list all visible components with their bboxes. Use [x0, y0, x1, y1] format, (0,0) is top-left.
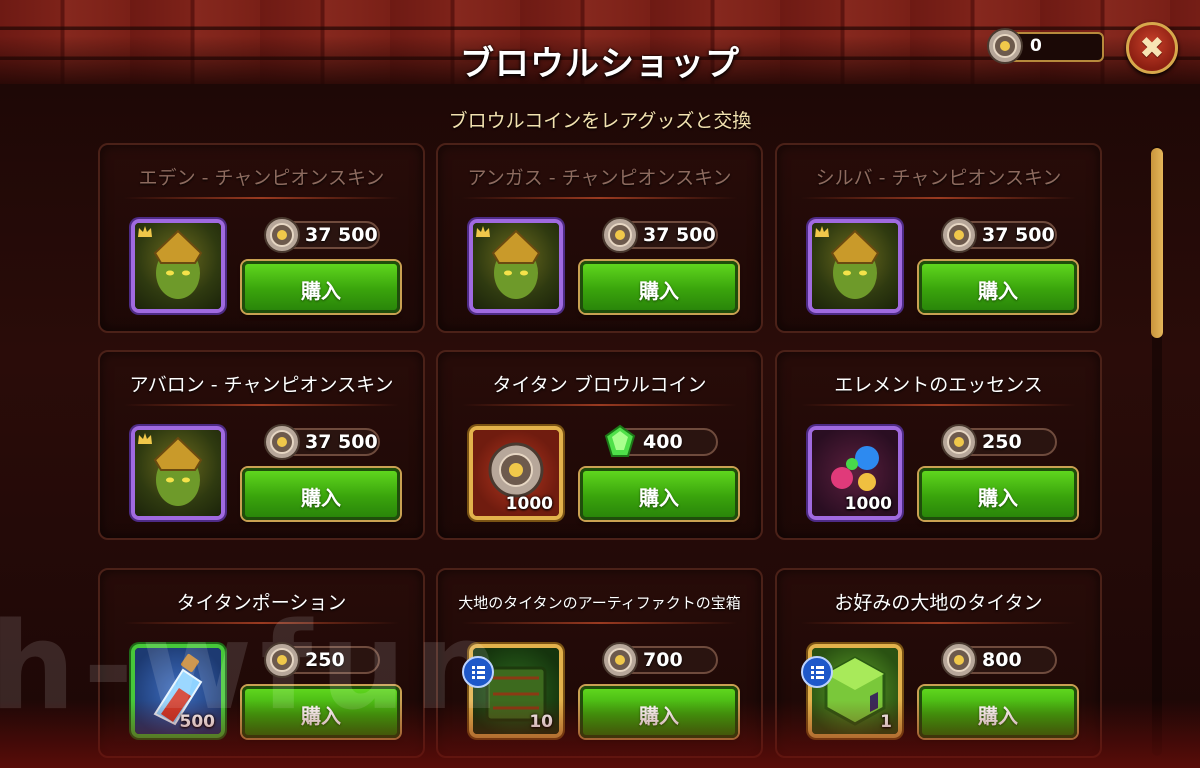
shop-item-card: アバロン - チャンピオンスキン 37 500 購入 [98, 350, 425, 540]
shop-item-card: お好みの大地のタイタン 1 800 購入 [775, 568, 1102, 758]
buy-button[interactable]: 購入 [919, 468, 1077, 520]
shop-item-card: シルバ - チャンピオンスキン 37 500 購入 [775, 143, 1102, 333]
title-divider [801, 622, 1076, 624]
page-subtitle: ブロウルコインをレアグッズと交換 [448, 110, 752, 132]
buy-button[interactable]: 購入 [580, 261, 738, 313]
shop-item-card: エレメントのエッセンス 1000 250 購入 [775, 350, 1102, 540]
title-divider [462, 404, 737, 406]
title-divider [462, 197, 737, 199]
item-quantity: 1000 [505, 494, 553, 514]
item-price: 250 [305, 649, 345, 671]
buy-button-label: 購入 [639, 704, 679, 728]
item-quantity: 1000 [844, 494, 892, 514]
item-title: タイタンポーション [176, 592, 347, 614]
brawl-coin-icon [602, 217, 638, 253]
buy-button-label: 購入 [301, 486, 341, 510]
buy-button[interactable]: 購入 [919, 261, 1077, 313]
item-icon-frame[interactable] [469, 219, 563, 313]
shop-item-card: タイタンポーション 500 250 購入 [98, 568, 425, 758]
buy-button-label: 購入 [301, 279, 341, 303]
item-price: 37 500 [305, 431, 378, 453]
item-icon-frame[interactable]: 1000 [469, 426, 563, 520]
item-title: 大地のタイタンのアーティファクトの宝箱 [458, 594, 741, 612]
item-icon-frame[interactable] [808, 219, 902, 313]
skin-crown-icon [815, 226, 829, 237]
buy-button-label: 購入 [639, 486, 679, 510]
item-price: 250 [982, 431, 1022, 453]
item-price: 37 500 [982, 224, 1055, 246]
shop-item-card: アンガス - チャンピオンスキン 37 500 購入 [436, 143, 763, 333]
title-divider [124, 622, 399, 624]
item-price: 400 [643, 431, 683, 453]
skin-crown-icon [476, 226, 490, 237]
buy-button-label: 購入 [978, 279, 1018, 303]
shop-item-card: タイタン ブロウルコイン 1000 400 購入 [436, 350, 763, 540]
item-icon-frame[interactable] [131, 219, 225, 313]
buy-button-label: 購入 [978, 486, 1018, 510]
skin-crown-icon [138, 226, 152, 237]
title-divider [801, 404, 1076, 406]
shop-item-card: エデン - チャンピオンスキン 37 500 購入 [98, 143, 425, 333]
brawl-coin-icon [941, 424, 977, 460]
buy-button-label: 購入 [639, 279, 679, 303]
buy-button[interactable]: 購入 [242, 468, 400, 520]
title-divider [462, 622, 737, 624]
brawl-coin-icon [941, 217, 977, 253]
emerald-gem-icon [604, 424, 636, 457]
close-button[interactable]: ✖ [1126, 22, 1178, 74]
shop-item-card: 大地のタイタンのアーティファクトの宝箱 10 700 購入 [436, 568, 763, 758]
item-title: アバロン - チャンピオンスキン [129, 374, 394, 396]
brawl-coin-icon [602, 642, 638, 678]
brawl-coin-icon [264, 642, 300, 678]
buy-button-label: 購入 [301, 704, 341, 728]
item-quantity: 500 [179, 712, 216, 732]
brawl-coin-icon [941, 642, 977, 678]
item-icon-frame[interactable]: 500 [131, 644, 225, 738]
brawl-shop-screen: ブロウルショップ ブロウルコインをレアグッズと交換 0 ✖ エデン - チャンピ… [0, 0, 1200, 768]
buy-button[interactable]: 購入 [580, 468, 738, 520]
item-price: 37 500 [305, 224, 378, 246]
brawl-coin-icon [987, 28, 1023, 64]
buy-button[interactable]: 購入 [242, 686, 400, 738]
item-title: お好みの大地のタイタン [834, 592, 1043, 614]
brawl-coin-icon [264, 217, 300, 253]
item-title: エレメントのエッセンス [834, 374, 1043, 396]
item-icon-frame[interactable] [131, 426, 225, 520]
item-price: 700 [643, 649, 683, 671]
item-title: アンガス - チャンピオンスキン [467, 167, 732, 189]
currency-value: 0 [1030, 36, 1042, 56]
buy-button[interactable]: 購入 [580, 686, 738, 738]
buy-button[interactable]: 購入 [242, 261, 400, 313]
item-quantity: 1 [880, 712, 892, 732]
scrollbar-thumb[interactable] [1151, 148, 1163, 338]
title-divider [801, 197, 1076, 199]
buy-button[interactable]: 購入 [919, 686, 1077, 738]
skin-crown-icon [138, 433, 152, 444]
title-divider [124, 197, 399, 199]
list-icon[interactable] [801, 656, 833, 688]
item-title: エデン - チャンピオンスキン [138, 167, 385, 189]
item-title: シルバ - チャンピオンスキン [815, 167, 1062, 189]
item-title: タイタン ブロウルコイン [492, 374, 707, 396]
item-price: 800 [982, 649, 1022, 671]
item-icon-frame[interactable]: 1000 [808, 426, 902, 520]
item-price: 37 500 [643, 224, 716, 246]
buy-button-label: 購入 [978, 704, 1018, 728]
close-icon: ✖ [1139, 31, 1165, 66]
list-icon[interactable] [462, 656, 494, 688]
brawl-coin-icon [264, 424, 300, 460]
title-divider [124, 404, 399, 406]
item-quantity: 10 [529, 712, 553, 732]
